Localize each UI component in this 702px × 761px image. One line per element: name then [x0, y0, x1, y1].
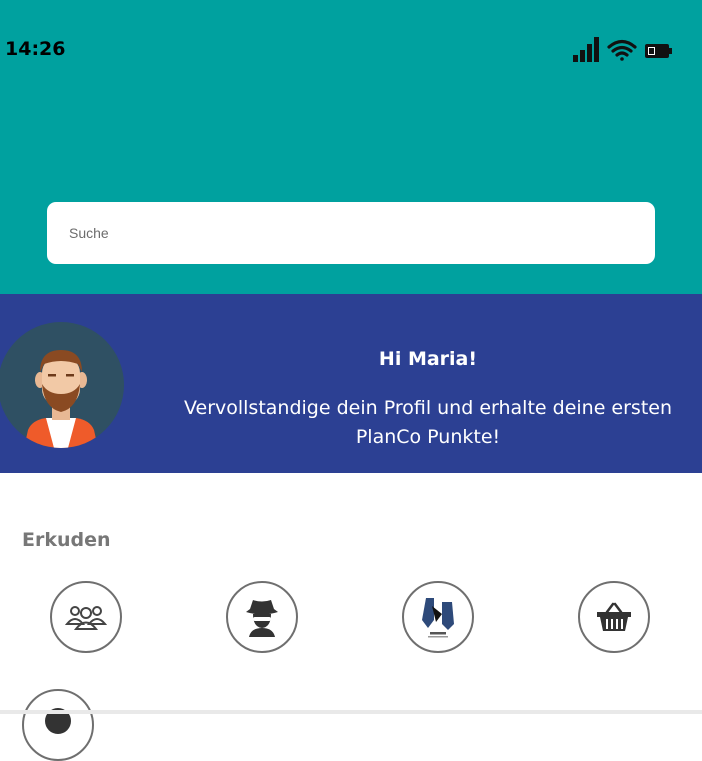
search-input[interactable] — [47, 202, 655, 264]
status-icons — [573, 37, 672, 62]
avatar[interactable] — [0, 322, 124, 448]
spy-icon — [246, 600, 278, 637]
fair-play-hands-icon — [422, 598, 454, 638]
category-fair-play[interactable] — [402, 581, 474, 653]
wifi-icon — [607, 39, 637, 61]
man-avatar-icon — [24, 350, 98, 448]
explore-section-title: Erkuden — [22, 529, 111, 551]
shopping-basket-icon — [597, 602, 631, 631]
bottom-bar — [0, 710, 702, 714]
category-group[interactable] — [50, 581, 122, 653]
group-icon — [65, 606, 107, 630]
status-time: 14:26 — [5, 38, 66, 60]
profile-completion-message: Vervollstandige dein Profil und erhalte … — [183, 397, 673, 448]
category-shopping[interactable] — [578, 581, 650, 653]
category-user[interactable] — [22, 689, 94, 761]
signal-icon — [573, 37, 599, 62]
category-spy[interactable] — [226, 581, 298, 653]
greeting: Hi Maria! — [378, 348, 478, 370]
battery-icon — [645, 44, 672, 58]
